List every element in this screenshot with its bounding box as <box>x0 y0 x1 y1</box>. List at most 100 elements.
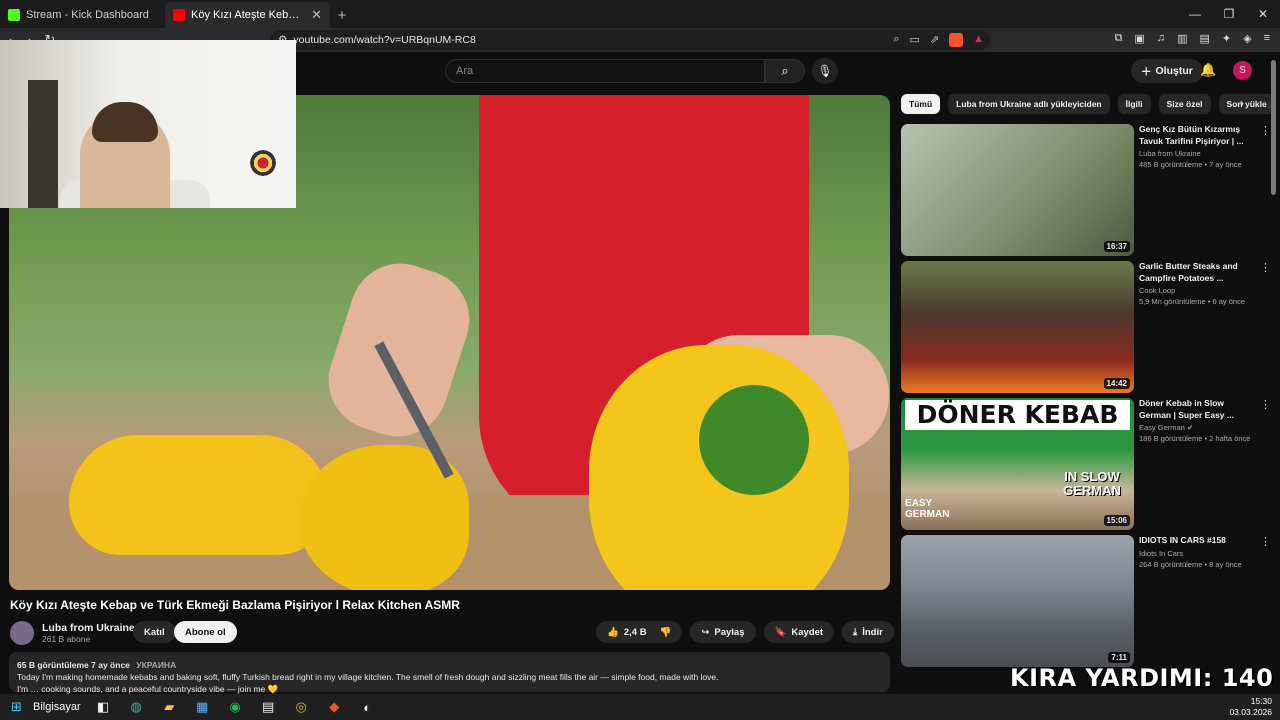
duration-badge: 7:11 <box>1108 652 1130 663</box>
file-explorer-icon[interactable]: ▰ <box>153 694 186 720</box>
notifications-bell-icon[interactable]: 🔔 <box>1200 62 1216 78</box>
brave-shields-icon[interactable] <box>949 33 964 47</box>
share-label: Paylaş <box>714 626 745 638</box>
window-controls: — ❐ ✕ <box>1178 0 1280 28</box>
chip-recently-uploaded[interactable]: Son yükle <box>1218 94 1275 114</box>
brave-browser-icon[interactable]: ◆ <box>318 694 351 720</box>
windows-start-icon[interactable]: ⊞ <box>0 694 33 720</box>
view-count-date: 65 B görüntüleme 7 ay önce <box>17 660 130 670</box>
video-thumbnail[interactable]: 7:11 <box>901 535 1134 667</box>
recommendation-title[interactable]: Döner Kebab in Slow German | Super Easy … <box>1139 398 1254 421</box>
recommendation-channel[interactable]: Idiots In Cars <box>1139 549 1254 558</box>
obs-icon[interactable]: ◐ <box>351 694 384 720</box>
search-button[interactable]: ⌕ <box>765 59 805 83</box>
tab-title: Köy Kızı Ateşte Kebap ve Türk <box>191 9 305 21</box>
chip-related[interactable]: İlgili <box>1117 94 1151 114</box>
tab-youtube-video[interactable]: Köy Kızı Ateşte Kebap ve Türk ✕ <box>165 2 330 28</box>
video-description[interactable]: 65 B görüntüleme 7 ay önce УКРАИНА Today… <box>9 652 890 694</box>
more-options-icon[interactable]: ⋮ <box>1260 124 1271 137</box>
cast-icon[interactable]: ▭ <box>909 33 919 47</box>
recommendation-title[interactable]: Garlic Butter Steaks and Campfire Potato… <box>1139 261 1254 284</box>
recommendation-channel[interactable]: Cook Loop <box>1139 286 1254 295</box>
like-button[interactable]: 👍 2,4 B 👎 <box>596 621 683 643</box>
recommendation-title[interactable]: Genç Kız Bütün Kızarmış Tavuk Tarifini P… <box>1139 124 1254 147</box>
address-bar[interactable]: ⚙ youtube.com/watch?v=URBqnUM-RC8 ⌕ ▭ ⇗ … <box>270 30 990 50</box>
youtube-favicon-icon <box>173 9 185 21</box>
more-options-icon[interactable]: ⋮ <box>1260 535 1271 548</box>
kick-favicon-icon <box>8 9 20 21</box>
duration-badge: 14:42 <box>1103 378 1130 389</box>
vpn-icon[interactable]: ◈ <box>1243 32 1251 45</box>
save-label: Kaydet <box>791 626 824 638</box>
taskbar-clock[interactable]: 15:30 03.03.2026 <box>1229 696 1272 718</box>
recommendation-title[interactable]: IDIOTS IN CARS #158 <box>1139 535 1254 547</box>
close-window-icon[interactable]: ✕ <box>1246 0 1280 28</box>
channel-name[interactable]: Luba from Ukraine <box>42 622 135 634</box>
leo-ai-icon[interactable]: ✦ <box>1222 32 1231 45</box>
chip-from-uploader[interactable]: Luba from Ukraine adlı yükleyiciden <box>948 94 1110 114</box>
tab-kick-dashboard[interactable]: Stream - Kick Dashboard <box>0 2 165 28</box>
download-label: İndir <box>862 626 883 638</box>
channel-name-text: Easy German <box>1139 423 1185 432</box>
video-thumbnail[interactable]: DÖNER KEBAB IN SLOW GERMAN EASY GERMAN 1… <box>901 398 1134 530</box>
account-avatar[interactable]: S <box>1233 61 1252 80</box>
new-tab-button[interactable]: + <box>330 2 354 28</box>
thumbs-down-icon[interactable]: 👎 <box>660 627 672 638</box>
create-label: Oluştur <box>1155 65 1193 77</box>
recommendation-filter-chips: Tümü Luba from Ukraine adlı yükleyiciden… <box>901 94 1275 114</box>
recommendation-item[interactable]: 7:11 IDIOTS IN CARS #158 Idiots In Cars … <box>901 535 1271 667</box>
duration-badge: 15:06 <box>1103 515 1130 526</box>
video-actions: 👍 2,4 B 👎 ↪ Paylaş 🔖 Kaydet ⤓ İndir ⋯ <box>596 621 934 643</box>
sidebar-icon[interactable]: ▥ <box>1177 32 1187 45</box>
thumbnail-headline: DÖNER KEBAB <box>905 400 1130 430</box>
save-button[interactable]: 🔖 Kaydet <box>763 621 835 643</box>
taskbar-search[interactable]: Bilgisayar <box>33 701 81 713</box>
channel-avatar[interactable] <box>10 621 34 645</box>
voice-search-button[interactable]: 🎙 <box>812 58 838 84</box>
download-button[interactable]: ⤓ İndir <box>842 621 894 643</box>
zoom-icon[interactable]: ⌕ <box>893 33 899 47</box>
minimize-icon[interactable]: — <box>1178 0 1212 28</box>
join-button[interactable]: Katıl <box>133 621 176 643</box>
thumbnail-logo-text: EASY GERMAN <box>905 498 950 520</box>
share-icon[interactable]: ⇗ <box>930 33 939 47</box>
recommendation-channel[interactable]: Easy German ✔ <box>1139 423 1254 432</box>
extensions-icon[interactable]: ⧉ <box>1115 32 1123 45</box>
recommendation-item[interactable]: 16:37 Genç Kız Bütün Kızarmış Tavuk Tari… <box>901 124 1271 256</box>
media-icon[interactable]: ♫ <box>1157 32 1165 45</box>
store-icon[interactable]: ▦ <box>186 694 219 720</box>
calculator-icon[interactable]: ▤ <box>252 694 285 720</box>
screenshot-icon[interactable]: ▣ <box>1134 32 1144 45</box>
spotify-icon[interactable]: ◉ <box>219 694 252 720</box>
brave-rewards-icon[interactable]: ▲ <box>973 33 984 47</box>
create-button[interactable]: ＋ Oluştur <box>1131 59 1203 83</box>
recommendation-meta: 485 B görüntüleme • 7 ay önce <box>1139 160 1242 169</box>
subscribe-button[interactable]: Abone ol <box>174 621 237 643</box>
menu-icon[interactable]: ≡ <box>1264 32 1270 45</box>
more-options-icon[interactable]: ⋮ <box>1260 261 1271 274</box>
search-input[interactable]: Ara <box>445 59 765 83</box>
recommendation-channel[interactable]: Luba from Ukraine <box>1139 149 1254 158</box>
recommendation-item[interactable]: 14:42 Garlic Butter Steaks and Campfire … <box>901 261 1271 393</box>
recommendation-item[interactable]: DÖNER KEBAB IN SLOW GERMAN EASY GERMAN 1… <box>901 398 1271 530</box>
close-tab-icon[interactable]: ✕ <box>311 7 322 23</box>
chevron-right-icon[interactable]: › <box>1240 96 1244 110</box>
video-thumbnail[interactable]: 14:42 <box>901 261 1134 393</box>
chip-for-you[interactable]: Size özel <box>1158 94 1211 114</box>
webcam-streamer-headphones <box>92 102 158 142</box>
wallet-icon[interactable]: ▤ <box>1199 32 1209 45</box>
screen: { "browser": { "tabs": [ {"title": "Stre… <box>0 0 1280 720</box>
verified-badge-icon: ✔ <box>1186 423 1194 432</box>
chrome-icon[interactable]: ◎ <box>285 694 318 720</box>
more-options-icon[interactable]: ⋮ <box>1260 398 1271 411</box>
task-view-icon[interactable]: ◧ <box>87 694 120 720</box>
chip-all[interactable]: Tümü <box>901 94 941 114</box>
sidebar-scrollbar[interactable] <box>1271 60 1276 195</box>
restore-icon[interactable]: ❐ <box>1212 0 1246 28</box>
share-button[interactable]: ↪ Paylaş <box>690 621 756 643</box>
location-tag[interactable]: УКРАИНА <box>136 660 176 670</box>
duration-badge: 16:37 <box>1103 241 1130 252</box>
recommendation-meta: 264 B görüntüleme • 8 ay önce <box>1139 559 1242 569</box>
edge-browser-icon[interactable]: ◍ <box>120 694 153 720</box>
video-thumbnail[interactable]: 16:37 <box>901 124 1134 256</box>
